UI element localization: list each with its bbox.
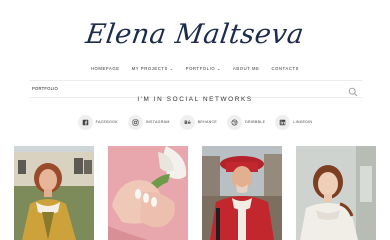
social-label: LINKEDIN bbox=[293, 120, 313, 124]
site-logo[interactable]: Elena Maltseva bbox=[0, 14, 390, 54]
social-title: I'M IN SOCIAL NETWORKS bbox=[137, 96, 253, 103]
main-nav: HOMEPAGE MY PROJECTS ⌄ PORTFOLIO ⌄ ABOUT… bbox=[0, 64, 390, 74]
portfolio-photo[interactable] bbox=[14, 146, 94, 240]
dribbble-icon bbox=[227, 114, 243, 130]
linkedin-icon bbox=[275, 114, 291, 130]
social-label: BEHANCE bbox=[197, 120, 218, 124]
facebook-icon bbox=[77, 114, 93, 130]
chevron-down-icon: ⌄ bbox=[216, 66, 221, 71]
svg-text:Bē: Bē bbox=[184, 120, 191, 126]
search-icon[interactable] bbox=[348, 84, 358, 97]
nav-item-portfolio[interactable]: PORTFOLIO ⌄ bbox=[186, 64, 221, 74]
nav-item-about-me[interactable]: ABOUT ME bbox=[233, 64, 260, 74]
instagram-icon bbox=[127, 114, 143, 130]
breadcrumb: PORTFOLIO bbox=[32, 86, 58, 91]
social-label: FACEBOOK bbox=[95, 120, 118, 124]
portfolio-gallery bbox=[0, 146, 390, 240]
portfolio-photo[interactable] bbox=[202, 146, 282, 240]
social-links: FACEBOOK INSTAGRAM Bē BEHANCE DRIBBBLE L… bbox=[0, 114, 390, 130]
social-linkedin[interactable]: LINKEDIN bbox=[275, 114, 313, 130]
behance-icon: Bē bbox=[179, 114, 195, 130]
social-facebook[interactable]: FACEBOOK bbox=[77, 114, 118, 130]
portfolio-photo[interactable] bbox=[108, 146, 188, 240]
social-label: INSTAGRAM bbox=[145, 120, 170, 124]
social-instagram[interactable]: INSTAGRAM bbox=[127, 114, 170, 130]
nav-item-contacts[interactable]: CONTACTS bbox=[272, 64, 300, 74]
logo-text: Elena Maltseva bbox=[83, 18, 307, 50]
nav-item-homepage[interactable]: HOMEPAGE bbox=[91, 64, 120, 74]
social-behance[interactable]: Bē BEHANCE bbox=[179, 114, 218, 130]
social-label: DRIBBBLE bbox=[245, 120, 266, 124]
social-dribbble[interactable]: DRIBBBLE bbox=[227, 114, 266, 130]
portfolio-photo[interactable] bbox=[296, 146, 376, 240]
chevron-down-icon: ⌄ bbox=[169, 66, 174, 71]
nav-item-my-projects[interactable]: MY PROJECTS ⌄ bbox=[132, 64, 174, 74]
